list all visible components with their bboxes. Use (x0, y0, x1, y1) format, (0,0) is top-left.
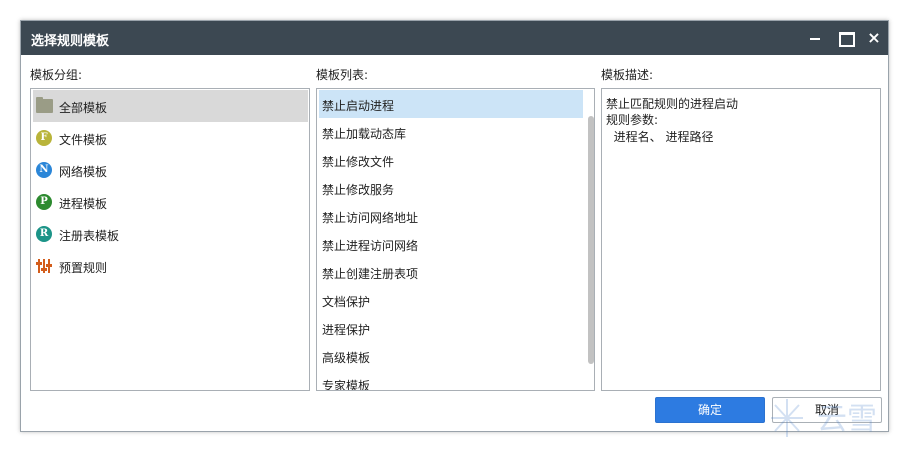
template-item-label: 禁止访问网络地址 (322, 211, 419, 225)
template-item-label: 高级模板 (322, 351, 371, 365)
n-badge-icon: N (36, 162, 52, 178)
group-item-label: 网络模板 (59, 165, 108, 179)
group-item-label: 预置规则 (59, 261, 108, 275)
title-bar[interactable]: 选择规则模板 × (21, 21, 888, 55)
template-item-block-registry-create[interactable]: 禁止创建注册表项 (319, 258, 583, 286)
dialog-title: 选择规则模板 (31, 34, 110, 49)
group-item-label: 进程模板 (59, 197, 108, 211)
folder-icon (36, 97, 53, 113)
template-item-block-file-modify[interactable]: 禁止修改文件 (319, 146, 583, 174)
group-item-label: 文件模板 (59, 133, 108, 147)
template-item-label: 禁止修改文件 (322, 155, 395, 169)
group-item-preset[interactable]: 预置规则 (33, 250, 308, 282)
template-item-block-service-modify[interactable]: 禁止修改服务 (319, 174, 583, 202)
select-rule-template-dialog: 选择规则模板 × 模板分组: 模板列表: 模板描述: 全部模板 F 文件模板 N… (20, 20, 889, 437)
sliders-icon (36, 258, 52, 274)
minimize-button[interactable] (805, 28, 825, 48)
group-item-network[interactable]: N 网络模板 (33, 154, 308, 186)
template-description-label: 模板描述: (601, 68, 654, 82)
description-line: 禁止匹配规则的进程启动 (606, 97, 739, 111)
description-line: 进程名、 进程路径 (606, 130, 714, 144)
group-item-all[interactable]: 全部模板 (33, 90, 308, 122)
template-item-block-network-address[interactable]: 禁止访问网络地址 (319, 202, 583, 230)
template-list-label: 模板列表: (316, 68, 369, 82)
template-item-block-process-start[interactable]: 禁止启动进程 (319, 90, 583, 118)
close-button[interactable]: × (864, 28, 884, 48)
template-description-panel: 禁止匹配规则的进程启动 规则参数: 进程名、 进程路径 (601, 88, 881, 391)
template-item-label: 禁止加载动态库 (322, 127, 407, 141)
template-item-process-protection[interactable]: 进程保护 (319, 314, 583, 342)
template-item-document-protection[interactable]: 文档保护 (319, 286, 583, 314)
template-item-expert[interactable]: 专家模板 (319, 370, 583, 391)
maximize-button[interactable] (835, 28, 855, 48)
template-item-label: 进程保护 (322, 323, 371, 337)
template-item-advanced[interactable]: 高级模板 (319, 342, 583, 370)
cancel-button[interactable]: 取消 (772, 397, 882, 423)
template-item-label: 禁止修改服务 (322, 183, 395, 197)
ok-button[interactable]: 确定 (655, 397, 765, 423)
template-group-panel: 全部模板 F 文件模板 N 网络模板 P 进程模板 R 注册表模板 预置规则 (30, 88, 310, 391)
template-item-block-dll-load[interactable]: 禁止加载动态库 (319, 118, 583, 146)
template-item-block-process-network[interactable]: 禁止进程访问网络 (319, 230, 583, 258)
template-item-label: 文档保护 (322, 295, 371, 309)
p-badge-icon: P (36, 194, 52, 210)
template-item-label: 禁止创建注册表项 (322, 267, 419, 281)
template-list-panel: 禁止启动进程 禁止加载动态库 禁止修改文件 禁止修改服务 禁止访问网络地址 禁止… (316, 88, 595, 391)
template-item-label: 禁止进程访问网络 (322, 239, 419, 253)
group-item-file[interactable]: F 文件模板 (33, 122, 308, 154)
group-item-label: 全部模板 (59, 101, 108, 115)
template-group-label: 模板分组: (30, 68, 83, 82)
template-item-label: 禁止启动进程 (322, 99, 395, 113)
group-item-registry[interactable]: R 注册表模板 (33, 218, 308, 250)
description-line: 规则参数: (606, 113, 659, 127)
f-badge-icon: F (36, 130, 52, 146)
template-item-label: 专家模板 (322, 379, 371, 391)
group-item-label: 注册表模板 (59, 229, 120, 243)
group-item-process[interactable]: P 进程模板 (33, 186, 308, 218)
r-badge-icon: R (36, 226, 52, 242)
template-list-scrollbar[interactable] (588, 89, 594, 390)
scrollbar-thumb[interactable] (588, 116, 594, 364)
